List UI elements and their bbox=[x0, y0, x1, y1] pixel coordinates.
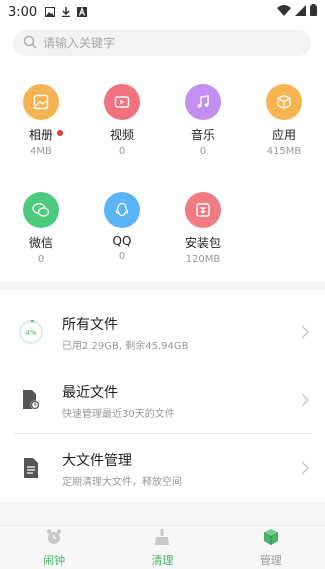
category-label: 安装包 bbox=[184, 236, 221, 250]
download-icon bbox=[61, 7, 71, 17]
category-size: 0 bbox=[118, 251, 126, 262]
category-size: 415MB bbox=[266, 146, 302, 157]
category-size: 0 bbox=[118, 146, 126, 157]
image-notification-icon bbox=[45, 7, 56, 17]
tab-clean[interactable]: 清理 bbox=[108, 526, 216, 569]
list-item-subtitle: 快速管理最近30天的文件 bbox=[62, 409, 175, 420]
battery-icon bbox=[310, 4, 317, 20]
status-time: 3:00 bbox=[8, 4, 38, 20]
category-music[interactable]: 音乐 0 bbox=[168, 84, 238, 157]
chevron-right-icon bbox=[301, 460, 309, 479]
list-item-recent-files[interactable]: 最近文件 快速管理最近30天的文件 bbox=[0, 372, 325, 428]
category-label: 视频 bbox=[109, 128, 134, 142]
category-videos[interactable]: 视频 0 bbox=[87, 84, 157, 157]
category-wechat[interactable]: 微信 0 bbox=[6, 192, 76, 265]
new-badge-dot bbox=[57, 130, 63, 136]
photo-icon bbox=[23, 84, 59, 120]
category-apps[interactable]: 应用 415MB bbox=[249, 84, 319, 157]
divider bbox=[14, 433, 311, 434]
category-qq[interactable]: QQ 0 bbox=[87, 192, 157, 262]
search-input[interactable] bbox=[43, 36, 283, 50]
tab-label: 清理 bbox=[151, 553, 174, 567]
recent-file-icon bbox=[18, 387, 44, 413]
list-item-large-files[interactable]: 大文件管理 定期清理大文件，释放空间 bbox=[0, 440, 325, 496]
clean-icon bbox=[153, 528, 171, 550]
list-item-title: 大文件管理 bbox=[62, 453, 132, 469]
search-bar[interactable] bbox=[13, 30, 311, 56]
status-right bbox=[277, 4, 317, 20]
category-packages[interactable]: 安装包 120MB bbox=[168, 192, 238, 265]
list-item-subtitle: 定期清理大文件，释放空间 bbox=[62, 477, 182, 488]
app-a-icon bbox=[77, 7, 88, 17]
music-icon bbox=[185, 84, 221, 120]
tab-label: 管理 bbox=[259, 553, 282, 567]
list-item-title: 最近文件 bbox=[62, 385, 118, 401]
storage-percent: 4% bbox=[25, 329, 36, 337]
large-file-icon bbox=[18, 455, 44, 481]
category-label: 音乐 bbox=[190, 128, 215, 142]
category-label: 应用 bbox=[271, 128, 296, 142]
chevron-right-icon bbox=[301, 392, 309, 411]
qq-icon bbox=[104, 192, 140, 228]
category-size: 0 bbox=[199, 146, 207, 157]
top-section: 相册 4MB 视频 0 音乐 0 应用 415MB 微信 0 QQ 0 bbox=[0, 24, 325, 282]
category-photos[interactable]: 相册 4MB bbox=[6, 84, 76, 157]
category-size: 120MB bbox=[185, 254, 221, 265]
storage-ring-icon: 4% bbox=[18, 319, 44, 345]
video-icon bbox=[104, 84, 140, 120]
category-label: 微信 bbox=[28, 236, 53, 250]
signal-icon bbox=[295, 4, 306, 20]
list-item-title: 所有文件 bbox=[62, 317, 118, 333]
app-box-icon bbox=[266, 84, 302, 120]
chevron-right-icon bbox=[301, 324, 309, 343]
search-icon bbox=[23, 34, 37, 53]
category-label: 相册 bbox=[29, 126, 63, 143]
manage-box-icon bbox=[262, 528, 280, 550]
package-icon bbox=[185, 192, 221, 228]
tab-label: 闹钟 bbox=[43, 553, 66, 567]
alarm-icon bbox=[45, 528, 63, 550]
wifi-icon bbox=[277, 4, 291, 20]
tab-alarm[interactable]: 闹钟 bbox=[0, 526, 108, 569]
category-size: 0 bbox=[37, 254, 45, 265]
tab-manage[interactable]: 管理 bbox=[217, 526, 325, 569]
category-size: 4MB bbox=[30, 146, 52, 157]
category-label: QQ bbox=[112, 234, 132, 248]
wechat-icon bbox=[23, 192, 59, 228]
file-management-list: 4% 所有文件 已用2.29GB, 剩余45.94GB 最近文件 快速管理最近3… bbox=[0, 290, 325, 502]
list-item-subtitle: 已用2.29GB, 剩余45.94GB bbox=[62, 341, 189, 352]
bottom-tab-bar: 闹钟 清理 管理 bbox=[0, 525, 325, 569]
list-item-all-files[interactable]: 4% 所有文件 已用2.29GB, 剩余45.94GB bbox=[0, 304, 325, 360]
status-bar: 3:00 bbox=[0, 0, 325, 24]
